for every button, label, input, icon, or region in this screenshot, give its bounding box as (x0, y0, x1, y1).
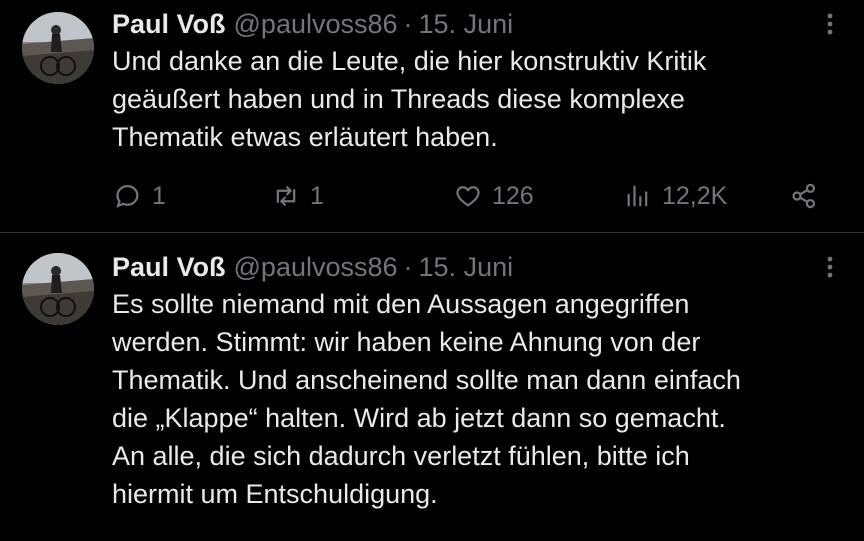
tweet-text: Es sollte niemand mit den Aussagen angeg… (112, 285, 844, 513)
tweet-text-line: Thematik etwas erläutert haben. (112, 122, 498, 152)
tweet-actions: 1 1 126 12,2K (0, 180, 864, 212)
tweet-text-line: Und danke an die Leute, die hier konstru… (112, 46, 707, 76)
author-name[interactable]: Paul Voß (112, 8, 226, 40)
share-button[interactable] (790, 182, 818, 210)
tweet-header: Paul Voß @paulvoss86 · 15. Juni (112, 251, 844, 283)
author-handle[interactable]: @paulvoss86 (234, 8, 398, 40)
author-name[interactable]: Paul Voß (112, 251, 226, 283)
share-icon (792, 183, 816, 209)
avatar-photo (22, 253, 94, 325)
tweet-header: Paul Voß @paulvoss86 · 15. Juni (112, 8, 844, 40)
repost-button[interactable]: 1 (272, 182, 324, 211)
avatar[interactable] (22, 253, 94, 325)
tweet-text-line: werden. Stimmt: wir haben keine Ahnung v… (112, 327, 701, 357)
tweet-text-line: Es sollte niemand mit den Aussagen angeg… (112, 289, 690, 319)
tweet-text-line: An alle, die sich dadurch verletzt fühle… (112, 441, 690, 471)
more-vertical-icon[interactable] (816, 251, 844, 283)
tweet-text: Und danke an die Leute, die hier konstru… (112, 42, 844, 156)
like-count: 126 (492, 181, 534, 210)
repost-count: 1 (310, 181, 324, 210)
tweet[interactable]: Paul Voß @paulvoss86 · 15. Juni Und dank… (0, 0, 864, 232)
more-vertical-icon[interactable] (816, 8, 844, 40)
tweet-text-line: hiermit um Entschuldigung. (112, 479, 438, 509)
tweet-text-line: geäußert haben und in Threads diese komp… (112, 84, 685, 114)
heart-icon (456, 186, 480, 207)
author-handle[interactable]: @paulvoss86 (234, 251, 398, 283)
repost-icon (276, 186, 296, 206)
tweet-text-line: die „Klappe“ halten. Wird ab jetzt dann … (112, 403, 726, 433)
separator: · (403, 9, 413, 39)
reply-icon (116, 184, 139, 208)
like-button[interactable]: 126 (454, 182, 534, 211)
views-button[interactable]: 12,2K (624, 182, 727, 211)
tweet-date[interactable]: 15. Juni (419, 251, 514, 283)
reply-button[interactable]: 1 (114, 182, 166, 211)
tweet-date[interactable]: 15. Juni (419, 8, 514, 40)
avatar[interactable] (22, 12, 94, 84)
tweet[interactable]: Paul Voß @paulvoss86 · 15. Juni Es sollt… (0, 232, 864, 541)
views-icon (627, 185, 648, 207)
views-count: 12,2K (662, 181, 728, 210)
reply-count: 1 (152, 181, 166, 210)
separator: · (403, 252, 413, 282)
avatar-photo (22, 12, 94, 84)
tweet-text-line: Thematik. Und anscheinend sollte man dan… (112, 365, 741, 395)
